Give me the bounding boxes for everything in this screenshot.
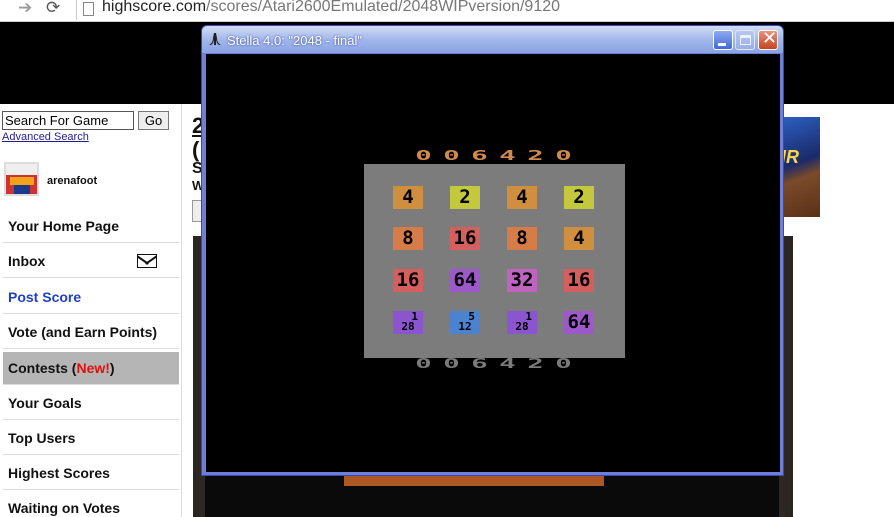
score-digit: 0 xyxy=(555,357,572,372)
go-button[interactable]: Go xyxy=(138,111,169,130)
reload-icon[interactable]: ⟳ xyxy=(46,0,60,18)
nav-inbox[interactable]: Inbox xyxy=(3,245,179,278)
nav-label: Post Score xyxy=(8,289,82,305)
nav-label-suffix: ) xyxy=(109,360,115,376)
banner-ad[interactable]: IR xyxy=(783,117,820,217)
game-tile: 64 xyxy=(450,269,480,292)
nav-label: Vote (and Earn Points) xyxy=(8,324,158,340)
game-tile: 8 xyxy=(393,227,423,250)
nav-label: Top Users xyxy=(8,430,76,446)
score-digit: 0 xyxy=(555,149,572,164)
screen: ➔ ⟳ highscore.com/scores/Atari2600Emulat… xyxy=(0,0,894,517)
avatar-stripe xyxy=(10,177,34,185)
game-tile: 1 28 xyxy=(393,311,423,334)
window-titlebar[interactable]: Stella 4.0: "2048 - final" ✕ xyxy=(202,26,783,53)
nav-highest-scores[interactable]: Highest Scores xyxy=(3,457,179,490)
nav-post-score[interactable]: Post Score xyxy=(3,281,179,314)
game-tile: 8 xyxy=(507,227,537,250)
game-tile: 2 xyxy=(450,186,480,209)
game-tile: 4 xyxy=(507,186,537,209)
minimize-icon xyxy=(718,43,726,46)
avatar[interactable] xyxy=(4,162,39,196)
advanced-search-link[interactable]: Advanced Search xyxy=(2,131,89,143)
url-path: /scores/Atari2600Emulated/2048WIPversion… xyxy=(206,0,561,15)
page-icon xyxy=(83,2,94,16)
avatar-banner xyxy=(6,164,37,175)
maximize-button[interactable] xyxy=(735,30,755,50)
score-display-bottom: 006420 xyxy=(411,358,581,373)
avatar-emblem xyxy=(14,185,30,194)
game-screen[interactable]: 006420 4 2 4 2 8 16 8 4 16 64 32 16 1 28 5 12 1 28 64 0064… xyxy=(206,54,780,472)
mail-icon xyxy=(137,254,157,268)
tile-value-bottom: 28 xyxy=(401,320,415,333)
nav-label: Your Goals xyxy=(8,395,82,411)
nav-your-home-page[interactable]: Your Home Page xyxy=(3,210,179,243)
game-tile: 1 28 xyxy=(507,311,537,334)
atari-logo-icon xyxy=(209,33,221,45)
nav-label: Waiting on Votes xyxy=(8,500,120,516)
nav-label: Your Home Page xyxy=(8,218,119,234)
tile-value-bottom: 12 xyxy=(458,320,472,333)
close-button[interactable]: ✕ xyxy=(758,28,778,50)
game-tile: 16 xyxy=(393,269,423,292)
window-title: Stella 4.0: "2048 - final" xyxy=(227,33,362,48)
username[interactable]: arenafoot xyxy=(47,175,97,187)
new-badge: New! xyxy=(76,360,110,376)
game-tile: 64 xyxy=(564,311,594,334)
game-tile: 16 xyxy=(450,227,480,250)
url-text: highscore.com/scores/Atari2600Emulated/2… xyxy=(102,0,560,16)
search-input[interactable] xyxy=(2,111,134,130)
game-tile: 16 xyxy=(564,269,594,292)
score-display-top: 006420 xyxy=(411,150,581,165)
banner-ad-text: IR xyxy=(783,147,799,167)
game-tile: 5 12 xyxy=(450,311,480,334)
nav-your-goals[interactable]: Your Goals xyxy=(3,387,179,420)
sidebar: Go Advanced Search arenafoot Your Home P… xyxy=(0,104,182,517)
nav-label: Contests ( xyxy=(8,360,77,376)
address-bar[interactable]: highscore.com/scores/Atari2600Emulated/2… xyxy=(76,0,894,20)
close-icon: ✕ xyxy=(762,28,778,49)
forward-arrow-icon[interactable]: ➔ xyxy=(18,0,32,18)
game-tile: 4 xyxy=(564,227,594,250)
browser-toolbar: ➔ ⟳ highscore.com/scores/Atari2600Emulat… xyxy=(0,0,894,22)
nav-label: Highest Scores xyxy=(8,465,110,481)
nav-top-users[interactable]: Top Users xyxy=(3,422,179,455)
nav-label: Inbox xyxy=(8,253,46,269)
minimize-button[interactable] xyxy=(713,30,733,50)
tile-value-bottom: 28 xyxy=(515,320,529,333)
game-tile: 2 xyxy=(564,186,594,209)
nav-contests[interactable]: Contests (New!) xyxy=(3,352,179,385)
maximize-icon xyxy=(740,35,751,45)
nav-waiting-on-votes[interactable]: Waiting on Votes xyxy=(3,492,179,517)
game-tile: 32 xyxy=(507,269,537,292)
game-board: 4 2 4 2 8 16 8 4 16 64 32 16 1 28 5 12 1 28 64 xyxy=(364,164,625,358)
emulator-window[interactable]: Stella 4.0: "2048 - final" ✕ 006420 4 2 4 2… xyxy=(201,25,784,476)
nav-vote[interactable]: Vote (and Earn Points) xyxy=(3,316,179,349)
game-tile: 4 xyxy=(393,186,423,209)
url-host: highscore.com xyxy=(102,0,207,15)
